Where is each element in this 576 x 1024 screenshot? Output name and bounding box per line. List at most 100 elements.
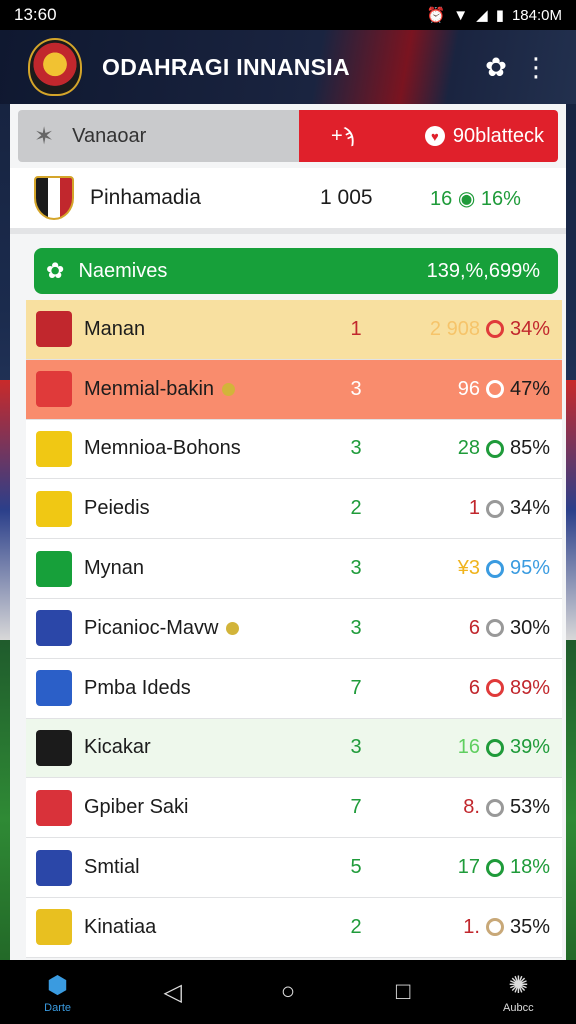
leader-name: Pinhamadia [90,186,201,209]
team-points: 3 [350,377,362,400]
form-number: 1. [463,915,480,938]
form-percent: 30% [509,616,550,639]
form-number: 6 [468,616,480,639]
form-percent: 34% [509,317,550,340]
team-name: Pmba Ideds [84,677,324,700]
form-number: 96 [457,377,480,400]
green-banner[interactable]: ✿ Naemives 139,%,699% [34,248,558,294]
nav-recents[interactable]: □ [363,978,443,1006]
form-number: 17 [457,856,480,879]
form-percent: 47% [509,377,550,400]
ball-icon: ✿ [46,258,65,283]
top-tabs: ✶ Vanaoar +ϡ ♥ 90blatteck [18,110,558,162]
table-row[interactable]: Pmba Ideds 7 6 89% [26,658,562,719]
goal-icon: ◉ [457,187,476,210]
goal-icon [485,439,504,458]
form-number: 2 908 [429,317,480,340]
coin-icon [226,621,240,635]
team-name-text: Peiedis [84,497,150,520]
more-menu-icon[interactable]: ⋮ [516,52,556,83]
team-name-text: Kicakar [84,736,151,759]
team-form: 8. 53% [386,796,562,819]
team-name-text: Smtial [84,856,140,879]
nav-back[interactable]: ◁ [133,978,213,1007]
tab-left[interactable]: ✶ Vanaoar [18,110,299,162]
team-name: Smtial [84,856,324,879]
team-name-text: Picanioc-Mavw [84,616,219,639]
tab-right-label: 90blatteck [452,124,544,147]
back-icon: ◁ [163,978,183,1006]
team-name-text: Pmba Ideds [84,676,191,699]
team-name-text: Memnioa-Bohons [84,437,241,460]
table-row[interactable]: Manan 1 2 908 34% [26,300,562,360]
team-badge [36,789,72,826]
team-name: Kinatiaa [84,916,324,939]
form-percent: 39% [509,736,550,759]
team-points: 2 [350,497,362,520]
team-badge [36,729,72,766]
badge-icon[interactable]: ✿ [476,52,516,83]
table-row[interactable]: Gpiber Saki 7 8. 53% [26,778,562,839]
team-name: Menmial-bakin [84,378,324,401]
team-points: 3 [350,557,362,580]
recents-icon: □ [395,978,411,1005]
status-bar: 13:60 ⏰ ▼ ◢ ▮ 184:0M [0,0,576,30]
table-row[interactable]: Picanioc-Mavw 3 6 30% [26,598,562,659]
leader-stat-pct: 16% [480,187,521,210]
nav-settings[interactable]: ✺ Aubcc [478,971,558,1014]
team-name: Mynan [84,557,324,580]
live-button[interactable]: ♥ 90blatteck [424,124,544,148]
form-percent: 85% [509,437,550,460]
leader-score: 1 005 [320,186,373,209]
app-title: ODAHRAGI INNANSIA [102,53,350,80]
table-row[interactable]: Kinatiaa 2 1. 35% [26,897,562,958]
home-circle-icon: ○ [280,978,296,1005]
team-points: 1 [350,317,362,340]
form-percent: 18% [509,856,550,879]
goal-icon [485,858,504,877]
status-icons: ⏰ ▼ ◢ ▮ 184:0M [427,6,562,25]
signal-icon: ◢ [476,7,488,24]
nav-settings-label: Aubcc [503,1001,534,1014]
background-banner-right [566,380,576,640]
team-points: 2 [350,915,362,938]
table-row[interactable]: Memnioa-Bohons 3 28 85% [26,419,562,480]
table-row[interactable]: Mynan 3 ¥3 95% [26,539,562,599]
goal-icon [485,320,504,339]
background-banner-left [0,380,10,640]
team-form: 6 30% [386,617,562,640]
team-name-text: Menmial-bakin [84,377,215,400]
table-row[interactable]: Peiedis 2 1 34% [26,479,562,540]
team-badge [36,610,72,647]
form-percent: 89% [509,676,550,699]
bottom-nav: ⬢ Darte ◁ ○ □ ✺ Aubcc [0,960,576,1024]
team-badge [36,909,72,946]
team-points: 3 [350,736,362,759]
nav-home-circle[interactable]: ○ [248,978,328,1006]
form-number: 28 [457,437,480,460]
standings-list: Manan 1 2 908 34% Menmial-bakin 3 96 47% Memnioa… [10,300,566,958]
goal-icon [485,679,504,698]
table-row[interactable]: Menmial-bakin 3 96 47% [26,359,562,420]
team-points: 7 [350,796,362,819]
nav-home[interactable]: ⬢ Darte [18,971,98,1014]
table-row[interactable]: Smtial 5 17 18% [26,838,562,898]
team-name: Picanioc-Mavw [84,617,324,640]
team-badge [36,311,72,348]
goal-icon [485,738,504,757]
tab-right-prefix: +ϡ [331,124,355,147]
leader-row[interactable]: Pinhamadia 1 005 16 ◉ 16% [10,168,566,234]
team-points: 3 [350,437,362,460]
star-icon: ✶ [34,122,55,150]
app-header: ODAHRAGI INNANSIA ✿ ⋮ [0,30,576,104]
team-name: Peiedis [84,497,324,520]
table-row[interactable]: Kicakar 3 16 39% [26,718,562,779]
tab-right[interactable]: +ϡ ♥ 90blatteck [299,110,558,162]
form-percent: 35% [509,915,550,938]
club-logo[interactable] [28,38,82,96]
form-number: 6 [468,676,480,699]
form-number: ¥3 [457,557,480,580]
team-name: Gpiber Saki [84,796,324,819]
team-name-text: Gpiber Saki [84,796,189,819]
team-form: ¥3 95% [386,557,562,580]
